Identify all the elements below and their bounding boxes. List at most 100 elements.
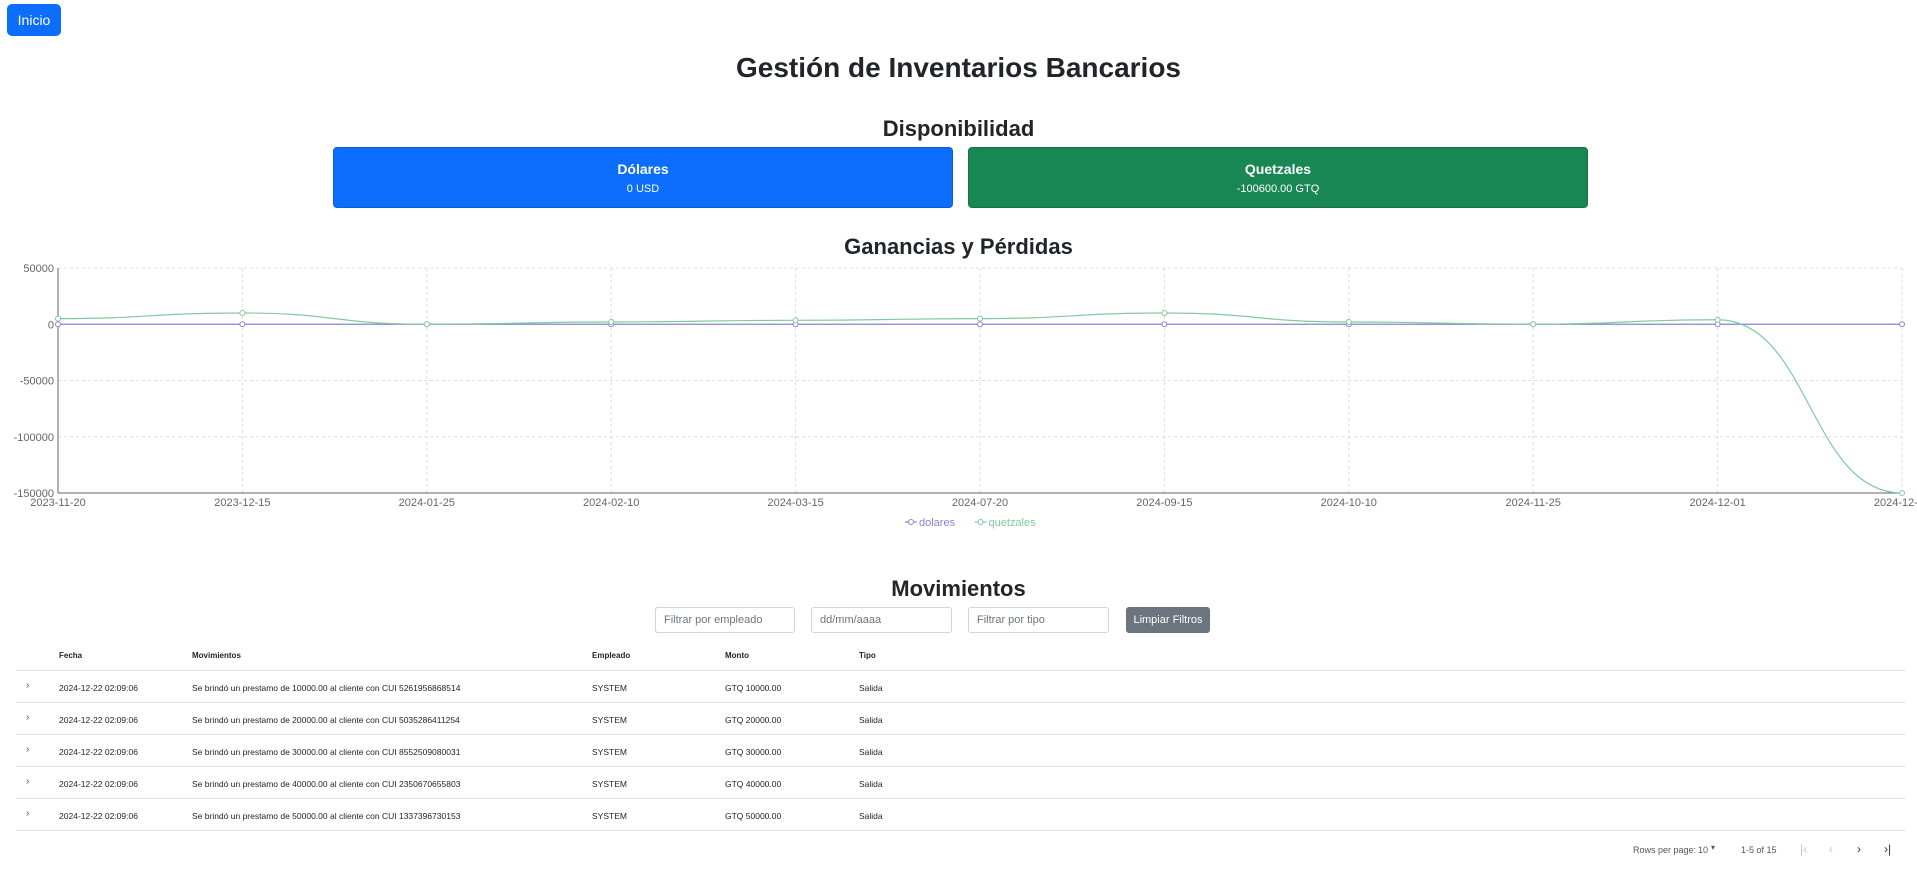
table-row[interactable]: › 2024-12-22 02:09:06 Se brindó un prestam… bbox=[16, 671, 1905, 703]
data-point-dolares bbox=[239, 321, 246, 328]
home-button[interactable]: Inicio bbox=[7, 4, 61, 36]
data-point-quetzales bbox=[1899, 490, 1905, 496]
x-tick-label: 2024-02-10 bbox=[583, 497, 639, 509]
cell-monto: GTQ 10000.00 bbox=[725, 683, 782, 693]
expand-row-chevron-icon[interactable]: › bbox=[26, 712, 29, 723]
data-point-quetzales bbox=[423, 321, 430, 328]
cell-movimiento: Se brindó un prestamo de 20000.00 al cli… bbox=[192, 715, 460, 725]
cell-monto: GTQ 50000.00 bbox=[725, 811, 782, 821]
cell-fecha: 2024-12-22 02:09:06 bbox=[59, 715, 138, 725]
gtq-card-title: Quetzales bbox=[1244, 161, 1312, 177]
table-row[interactable]: › 2024-12-22 02:09:06 Se brindó un prestam… bbox=[16, 703, 1905, 735]
x-tick-label: 2023-12-15 bbox=[214, 497, 270, 509]
column-header-empleado[interactable]: Empleado bbox=[592, 651, 630, 660]
data-point-dolares bbox=[1161, 321, 1168, 328]
x-tick-label: 2024-07-20 bbox=[952, 497, 1008, 509]
chart-section-title: Ganancias y Pérdidas bbox=[844, 234, 1073, 259]
data-point-quetzales bbox=[1714, 316, 1721, 323]
y-tick-label: -100000 bbox=[14, 432, 54, 444]
rows-per-page-label: Rows per page: bbox=[1633, 845, 1697, 855]
x-tick-label: 2024-01-25 bbox=[399, 497, 455, 509]
x-tick-label: 2024-10-10 bbox=[1321, 497, 1377, 509]
cell-empleado: SYSTEM bbox=[592, 747, 627, 757]
table-body: › 2024-12-22 02:09:06 Se brindó un prestam… bbox=[16, 671, 1905, 831]
gtq-balance-card: Quetzales -100600.00 GTQ bbox=[968, 147, 1588, 208]
data-point-quetzales bbox=[977, 315, 983, 322]
cell-empleado: SYSTEM bbox=[592, 715, 627, 725]
column-header-monto[interactable]: Monto bbox=[725, 651, 749, 660]
next-page-icon[interactable]: › bbox=[1857, 842, 1861, 856]
table-pagination: Rows per page: 10 ▾ 1-5 of 15 |‹ ‹ › ›| bbox=[0, 842, 1917, 858]
data-point-quetzales bbox=[55, 315, 61, 322]
x-tick-label: 2024-03-15 bbox=[767, 497, 823, 509]
expand-row-chevron-icon[interactable]: › bbox=[26, 744, 29, 755]
employee-filter-input[interactable] bbox=[655, 607, 795, 633]
page-title: Gestión de Inventarios Bancarios bbox=[735, 52, 1182, 83]
date-filter-input[interactable] bbox=[811, 607, 952, 633]
dropdown-caret-icon[interactable]: ▾ bbox=[1711, 843, 1715, 852]
cell-monto: GTQ 40000.00 bbox=[725, 779, 782, 789]
column-header-fecha[interactable]: Fecha bbox=[59, 651, 82, 660]
cell-monto: GTQ 30000.00 bbox=[725, 747, 782, 757]
pagination-range: 1-5 of 15 bbox=[1741, 845, 1777, 855]
data-point-dolares bbox=[55, 321, 61, 328]
usd-card-title: Dólares bbox=[617, 161, 669, 177]
x-tick-label: 2024-12-01 bbox=[1689, 497, 1745, 509]
legend-label-dolares: dolares bbox=[919, 517, 956, 529]
cell-empleado: SYSTEM bbox=[592, 683, 627, 693]
data-point-dolares bbox=[1899, 321, 1905, 328]
cell-fecha: 2024-12-22 02:09:06 bbox=[59, 683, 138, 693]
legend-label-quetzales: quetzales bbox=[989, 517, 1037, 529]
y-tick-label: -50000 bbox=[20, 376, 54, 388]
table-row[interactable]: › 2024-12-22 02:09:06 Se brindó un prestam… bbox=[16, 767, 1905, 799]
x-tick-label: 2024-09-15 bbox=[1136, 497, 1192, 509]
availability-title: Disponibilidad bbox=[882, 116, 1035, 141]
type-filter-input[interactable] bbox=[968, 607, 1109, 633]
table-row[interactable]: › 2024-12-22 02:09:06 Se brindó un prestam… bbox=[16, 799, 1905, 831]
expand-row-chevron-icon[interactable]: › bbox=[26, 776, 29, 787]
data-point-quetzales bbox=[1345, 319, 1352, 325]
table-header: Fecha Movimientos Empleado Monto Tipo bbox=[16, 638, 1905, 671]
cell-empleado: SYSTEM bbox=[592, 779, 627, 789]
x-tick-label: 2024-11-25 bbox=[1505, 497, 1560, 509]
table-row[interactable]: › 2024-12-22 02:09:06 Se brindó un prestam… bbox=[16, 735, 1905, 767]
movements-title: Movimientos bbox=[891, 576, 1026, 601]
column-header-tipo[interactable]: Tipo bbox=[859, 651, 876, 660]
cell-monto: GTQ 20000.00 bbox=[725, 715, 782, 725]
data-point-quetzales bbox=[1161, 310, 1168, 316]
rows-per-page-select[interactable]: 10 bbox=[1698, 845, 1708, 855]
expand-row-chevron-icon[interactable]: › bbox=[26, 808, 29, 819]
cell-fecha: 2024-12-22 02:09:06 bbox=[59, 747, 138, 757]
gtq-card-value: -100600.00 GTQ bbox=[1236, 183, 1320, 195]
y-tick-label: 50000 bbox=[23, 263, 54, 275]
data-point-quetzales bbox=[608, 319, 615, 325]
cell-movimiento: Se brindó un prestamo de 50000.00 al cli… bbox=[192, 811, 461, 821]
data-point-dolares bbox=[977, 321, 983, 328]
profit-loss-chart: 500000-50000-100000-1500002023-11-20 2023… bbox=[14, 263, 1917, 529]
data-point-quetzales bbox=[239, 310, 246, 316]
last-page-icon[interactable]: ›| bbox=[1884, 842, 1891, 856]
cell-tipo: Salida bbox=[859, 811, 883, 821]
usd-card-value: 0 USD bbox=[626, 183, 660, 195]
data-point-quetzales bbox=[792, 317, 799, 324]
y-tick-label: 0 bbox=[48, 319, 54, 331]
legend-dot-quetzales bbox=[977, 519, 984, 525]
x-tick-label: 2023-11-20 bbox=[30, 497, 85, 509]
movements-table: Fecha Movimientos Empleado Monto Tipo › 2… bbox=[16, 638, 1905, 831]
cell-fecha: 2024-12-22 02:09:06 bbox=[59, 811, 138, 821]
clear-filters-button[interactable]: Limpiar Filtros bbox=[1126, 607, 1210, 633]
cell-tipo: Salida bbox=[859, 683, 883, 693]
cell-tipo: Salida bbox=[859, 747, 883, 757]
prev-page-icon[interactable]: ‹ bbox=[1829, 842, 1833, 856]
expand-row-chevron-icon[interactable]: › bbox=[26, 680, 29, 691]
cell-movimiento: Se brindó un prestamo de 40000.00 al cli… bbox=[192, 779, 461, 789]
data-point-quetzales bbox=[1530, 321, 1537, 328]
first-page-icon[interactable]: |‹ bbox=[1800, 842, 1807, 856]
cell-fecha: 2024-12-22 02:09:06 bbox=[59, 779, 138, 789]
column-header-movimientos[interactable]: Movimientos bbox=[192, 651, 241, 660]
legend-dot-dolares bbox=[908, 519, 914, 525]
cell-empleado: SYSTEM bbox=[592, 811, 627, 821]
cell-movimiento: Se brindó un prestamo de 30000.00 al cli… bbox=[192, 747, 461, 757]
x-tick-label: 2024-12-22 bbox=[1874, 497, 1917, 509]
cell-movimiento: Se brindó un prestamo de 10000.00 al cli… bbox=[192, 683, 461, 693]
